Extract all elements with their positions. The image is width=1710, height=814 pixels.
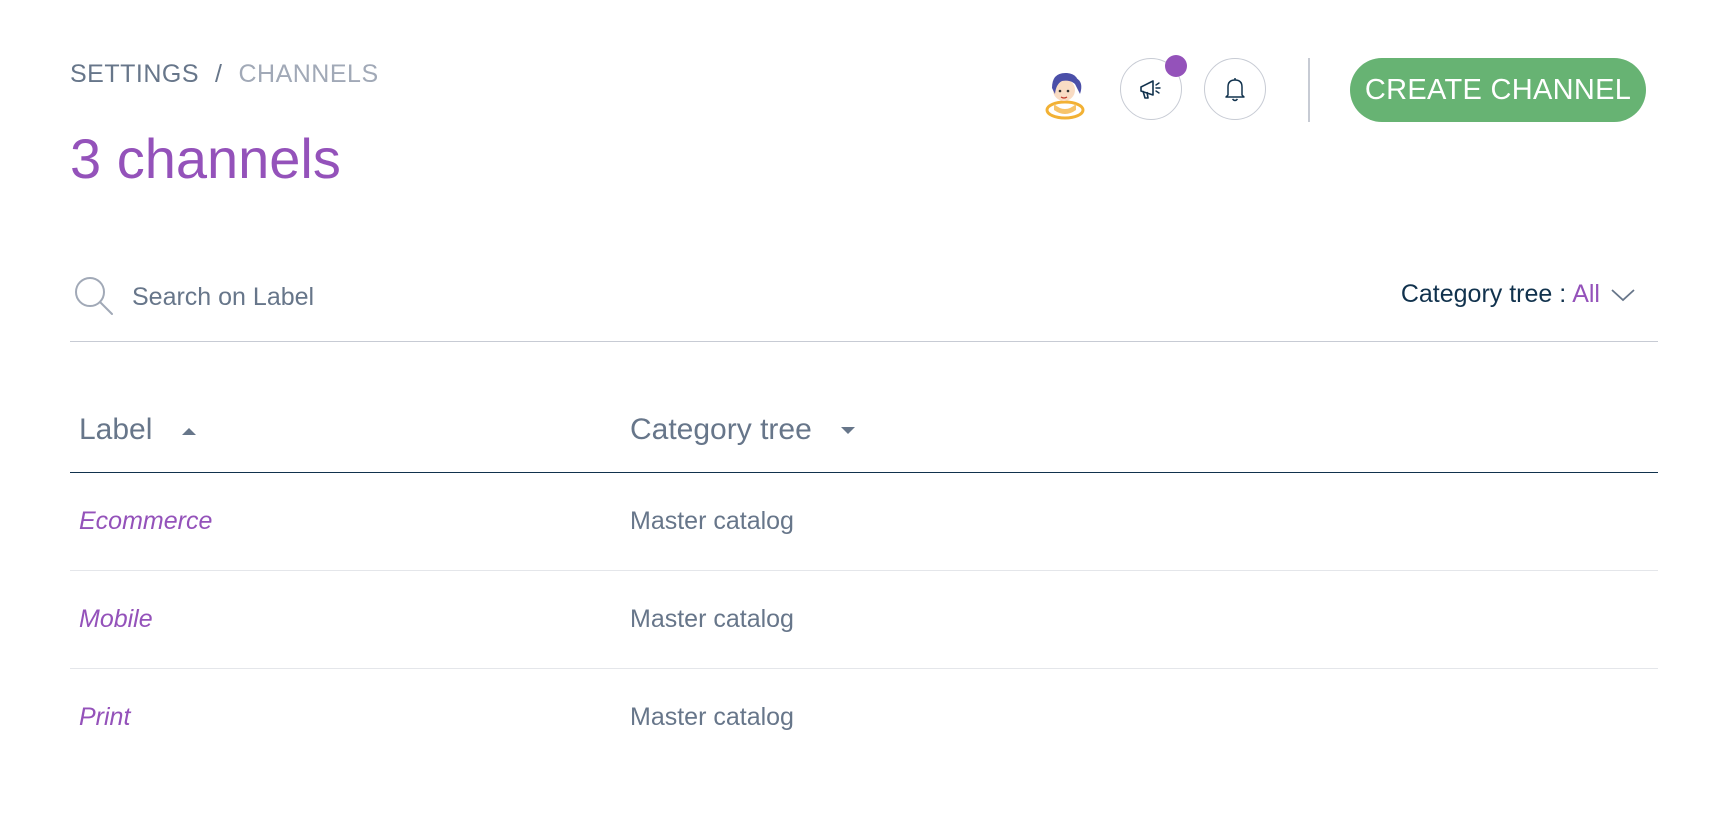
column-header-label[interactable]: Label — [70, 388, 621, 473]
filter-label: Category tree : — [1400, 280, 1567, 308]
table-header-row: Label Category tree — [70, 388, 1658, 473]
search-input[interactable] — [130, 276, 1034, 318]
sort-asc-icon — [181, 428, 196, 436]
row-label[interactable]: Print — [70, 669, 621, 767]
column-category-tree-text: Category tree — [630, 413, 812, 446]
table-row[interactable]: Ecommerce Master catalog — [70, 472, 1658, 571]
row-category-tree: Master catalog — [621, 570, 1658, 669]
row-label[interactable]: Ecommerce — [70, 472, 621, 571]
column-header-category-tree[interactable]: Category tree — [621, 388, 1658, 473]
avatar[interactable] — [1040, 64, 1092, 120]
row-category-tree: Master catalog — [621, 472, 1658, 571]
notification-dot — [1165, 55, 1187, 77]
breadcrumb-channels: CHANNELS — [238, 60, 379, 88]
row-label[interactable]: Mobile — [70, 570, 621, 669]
bell-icon — [1225, 78, 1245, 102]
search-icon — [75, 277, 113, 315]
row-category-tree: Master catalog — [630, 703, 794, 731]
announcements-button[interactable] — [1120, 55, 1187, 120]
megaphone-icon — [1140, 80, 1161, 99]
notifications-button[interactable] — [1204, 58, 1266, 120]
category-tree-filter[interactable]: Category tree : All — [1401, 280, 1636, 309]
header-divider — [1308, 58, 1310, 122]
table-row[interactable]: Mobile Master catalog — [70, 570, 1658, 669]
filter-value: All — [1572, 280, 1600, 308]
chevron-down-icon — [1611, 288, 1635, 301]
create-channel-button[interactable]: CREATE CHANNEL — [1350, 58, 1646, 122]
sort-desc-icon — [841, 427, 856, 435]
breadcrumb-separator: / — [215, 60, 223, 88]
channels-table: Label Category tree Ecommerce Master cat… — [70, 388, 1658, 766]
search-bar: Category tree : All — [70, 264, 1658, 342]
breadcrumb: SETTINGS / CHANNELS — [70, 60, 379, 89]
column-label-text: Label — [79, 413, 153, 446]
page-title: 3 channels — [70, 127, 341, 190]
table-row[interactable]: Print Master catalog — [70, 669, 1658, 767]
breadcrumb-settings[interactable]: SETTINGS — [70, 60, 199, 88]
